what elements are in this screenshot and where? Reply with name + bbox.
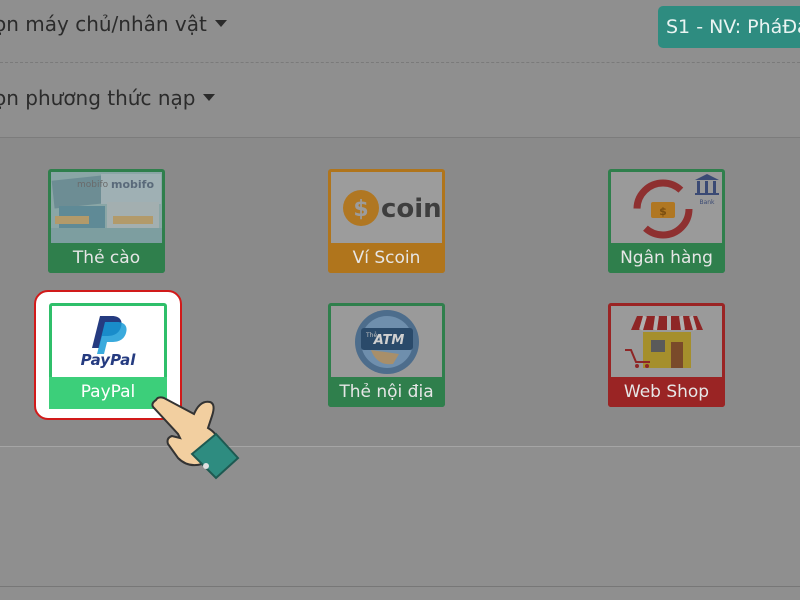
divider [0,62,800,63]
server-row: ọn máy chủ/nhân vật S1 - NV: PháĐả [0,0,800,52]
server-select-label: ọn máy chủ/nhân vật [0,12,207,36]
method-label: Thẻ nội địa [328,377,445,407]
method-web-shop[interactable]: Web Shop [608,303,725,407]
method-label: Web Shop [608,377,725,407]
server-character-button[interactable]: S1 - NV: PháĐả [658,6,800,48]
method-label: Ngân hàng [608,243,725,273]
svg-text:$: $ [659,205,667,218]
scratch-card-image: mobifo mobifo [51,172,162,243]
method-the-noi-dia[interactable]: Thẻ ATM Thẻ nội địa [328,303,445,407]
svg-text:Bank: Bank [699,199,715,206]
bank-transfer-icon: $ Bank [611,172,722,243]
svg-text:$: $ [353,197,368,222]
atm-card-icon: Thẻ ATM [331,306,442,377]
method-label: Thẻ cào [48,243,165,273]
payment-method-select[interactable]: ọn phương thức nạp [0,86,216,110]
method-label: Ví Scoin [328,243,445,273]
method-vi-scoin[interactable]: $ coin Ví Scoin [328,169,445,273]
method-ngan-hang[interactable]: $ Bank Ngân hàng [608,169,725,273]
paypal-logo-icon: PayPal [52,306,164,377]
shop-icon [611,306,722,377]
mobifone-text: mobifo [77,180,109,190]
server-select[interactable]: ọn máy chủ/nhân vật [0,12,227,36]
scoin-logo-icon: $ coin [331,172,442,243]
svg-text:ATM: ATM [373,333,405,348]
svg-text:coin: coin [381,194,442,224]
method-the-cao[interactable]: mobifo mobifo Thẻ cào [48,169,165,273]
caret-down-icon [214,20,227,27]
payment-method-select-label: ọn phương thức nạp [0,86,196,110]
pointing-hand-icon [151,396,240,480]
svg-text:PayPal: PayPal [81,351,137,369]
svg-text:mobifo: mobifo [111,178,154,191]
caret-down-icon [203,94,216,101]
divider [0,586,800,587]
